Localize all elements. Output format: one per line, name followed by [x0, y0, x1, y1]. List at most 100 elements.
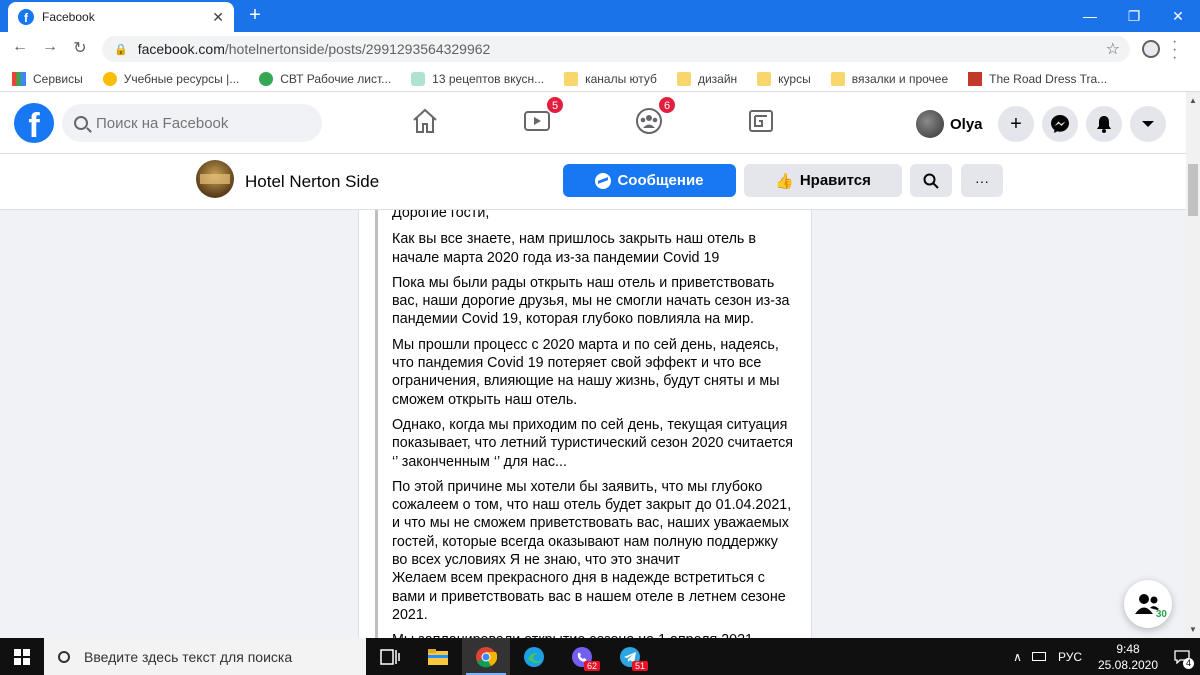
tab-close-icon[interactable]: ✕: [212, 9, 224, 26]
chrome-icon: [476, 646, 497, 667]
create-button[interactable]: +: [998, 106, 1034, 142]
tab-title: Facebook: [42, 10, 95, 24]
extension-icon[interactable]: [1142, 40, 1160, 58]
browser-tab-bar: f Facebook ✕ + — ❐ ✕: [0, 0, 1200, 32]
clock-time: 9:48: [1116, 641, 1140, 656]
url-host: facebook.com: [137, 41, 225, 57]
bookmark-item[interactable]: курсы: [757, 71, 811, 86]
chrome-button[interactable]: [462, 638, 510, 675]
maximize-icon[interactable]: ❐: [1112, 0, 1156, 32]
notifications-button[interactable]: [1086, 106, 1122, 142]
post-paragraph: Однако, когда мы приходим по сей день, т…: [392, 416, 793, 470]
avatar: [916, 110, 944, 138]
page-more-button[interactable]: ···: [961, 164, 1003, 197]
caret-down-icon: [1142, 121, 1154, 127]
search-icon: [58, 650, 70, 663]
gear-icon: [259, 71, 274, 86]
post-paragraph: Как вы все знаете, нам пришлось закрыть …: [392, 231, 756, 266]
profile-link[interactable]: Olya: [916, 110, 983, 138]
post-paragraph: Мы прошли процесс с 2020 марта и по сей …: [392, 336, 780, 408]
scroll-down-icon[interactable]: ▼: [1189, 625, 1197, 634]
close-window-icon[interactable]: ✕: [1156, 0, 1200, 32]
battery-icon[interactable]: [1031, 652, 1046, 661]
windows-logo-icon: [14, 648, 30, 665]
like-page-button[interactable]: 👍 Нравится: [744, 164, 902, 197]
page-name[interactable]: Hotel Nerton Side: [245, 172, 379, 192]
task-view-button[interactable]: [366, 638, 414, 675]
bookmark-item[interactable]: Сервисы: [12, 71, 83, 86]
facebook-logo[interactable]: f: [14, 103, 54, 143]
bookmark-item[interactable]: вязалки и прочее: [830, 71, 948, 86]
search-icon: [923, 173, 939, 189]
viber-button[interactable]: 62: [558, 638, 606, 675]
start-button[interactable]: [0, 638, 44, 675]
url-path: /hotelnertonside/posts/2991293564329962: [224, 41, 491, 57]
sun-icon: [102, 71, 117, 86]
notification-count: 4: [1183, 658, 1194, 669]
folder-icon: [830, 71, 845, 86]
online-count: 30: [1154, 609, 1168, 620]
gaming-icon[interactable]: [746, 106, 776, 136]
contacts-chat-button[interactable]: 30: [1124, 580, 1172, 628]
bookmark-item[interactable]: The Road Dress Tra...: [968, 71, 1107, 86]
telegram-button[interactable]: 51: [606, 638, 654, 675]
folder-icon: [428, 648, 448, 665]
thumbs-up-icon: 👍: [775, 172, 794, 190]
watch-badge: 5: [546, 96, 564, 114]
folder-icon: [676, 71, 691, 86]
task-view-icon: [380, 648, 400, 665]
messenger-icon: [1051, 115, 1069, 133]
bookmark-item[interactable]: дизайн: [676, 71, 737, 86]
facebook-search[interactable]: [62, 104, 322, 142]
messenger-icon: [595, 172, 612, 189]
file-explorer-button[interactable]: [414, 638, 462, 675]
groups-tab[interactable]: 6: [634, 96, 676, 136]
user-name: Olya: [950, 115, 983, 133]
account-menu-button[interactable]: [1130, 106, 1166, 142]
taskbar-search-placeholder: Введите здесь текст для поиска: [84, 648, 293, 665]
telegram-badge: 51: [631, 661, 648, 671]
page-scrollbar[interactable]: ▲ ▼: [1186, 92, 1200, 638]
taskbar-search[interactable]: Введите здесь текст для поиска: [44, 638, 366, 675]
tray-chevron-icon[interactable]: ∧: [1013, 650, 1022, 664]
messenger-button[interactable]: [1042, 106, 1078, 142]
chrome-menu-icon[interactable]: · · ·: [1172, 34, 1177, 66]
post-card: Дорогие гости, Как вы все знаете, нам пр…: [358, 210, 812, 640]
watch-tab[interactable]: 5: [522, 96, 564, 136]
scroll-thumb[interactable]: [1188, 164, 1198, 216]
post-paragraph: Желаем всем прекрасного дня в надежде вс…: [392, 570, 786, 623]
search-icon: [74, 116, 88, 130]
bookmark-item[interactable]: СВТ Рабочие лист...: [259, 71, 391, 86]
address-bar: ← → ↻ 🔒 facebook.com/hotelnertonside/pos…: [0, 32, 1200, 66]
language-indicator[interactable]: РУС: [1058, 650, 1082, 664]
home-icon[interactable]: [410, 106, 440, 136]
page-avatar[interactable]: [196, 160, 234, 198]
page-search-button[interactable]: [910, 164, 952, 197]
post-paragraph: Пока мы были рады открыть наш отель и пр…: [392, 274, 790, 328]
bookmark-item[interactable]: каналы ютуб: [564, 71, 657, 86]
folder-icon: [564, 71, 579, 86]
facebook-header: f 5 6 Olya +: [0, 92, 1186, 154]
minimize-icon[interactable]: —: [1068, 0, 1112, 32]
message-button[interactable]: Сообщение: [563, 164, 736, 197]
plus-icon: +: [1010, 112, 1022, 135]
edge-button[interactable]: [510, 638, 558, 675]
clock-date: 25.08.2020: [1097, 657, 1159, 672]
bookmark-item[interactable]: 13 рецептов вкусн...: [411, 71, 544, 86]
scroll-up-icon[interactable]: ▲: [1189, 96, 1197, 105]
page-header: Hotel Nerton Side Сообщение 👍 Нравится ·…: [0, 154, 1186, 210]
browser-tab[interactable]: f Facebook ✕: [8, 2, 234, 32]
new-tab-button[interactable]: +: [244, 4, 266, 26]
apps-icon: [12, 71, 26, 86]
bookmark-star-icon[interactable]: ☆: [1106, 39, 1120, 59]
taskbar-clock[interactable]: 9:48 25.08.2020: [1092, 641, 1164, 673]
forward-icon[interactable]: →: [38, 38, 62, 56]
back-icon[interactable]: ←: [8, 38, 32, 56]
search-input[interactable]: [96, 114, 296, 132]
bookmark-item[interactable]: Учебные ресурсы |...: [102, 71, 239, 86]
reload-icon[interactable]: ↻: [68, 38, 92, 58]
post-text: Дорогие гости, Как вы все знаете, нам пр…: [375, 210, 793, 640]
notification-center-button[interactable]: 4: [1164, 638, 1200, 675]
url-input[interactable]: 🔒 facebook.com/hotelnertonside/posts/299…: [102, 36, 1130, 62]
more-icon: ···: [975, 172, 989, 189]
